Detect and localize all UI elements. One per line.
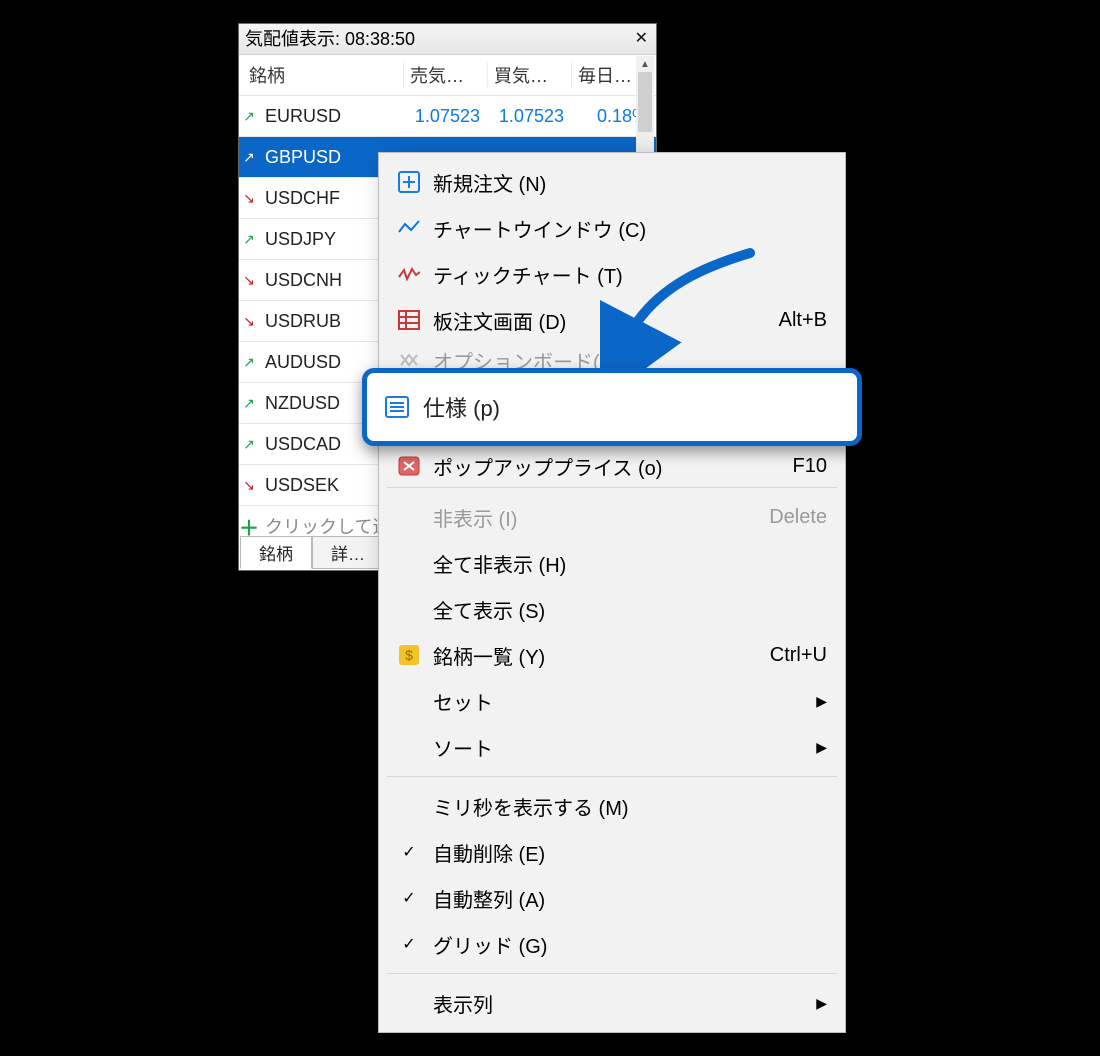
menu-sort[interactable]: ソート ▶ bbox=[379, 724, 845, 770]
menu-depth-of-market[interactable]: 板注文画面 (D) Alt+B bbox=[379, 297, 845, 343]
menu-show-all[interactable]: 全て表示 (S) bbox=[379, 586, 845, 632]
menu-hide[interactable]: 非表示 (I) Delete bbox=[379, 494, 845, 540]
arrow-up-icon: ↗ bbox=[239, 231, 259, 248]
scroll-up-icon[interactable]: ▲ bbox=[636, 56, 654, 72]
panel-tabs: 銘柄 詳… bbox=[240, 536, 384, 569]
menu-auto-arrange[interactable]: ✓ 自動整列 (A) bbox=[379, 875, 845, 921]
menu-hide-all[interactable]: 全て非表示 (H) bbox=[379, 540, 845, 586]
tick-chart-icon bbox=[393, 267, 425, 281]
arrow-up-icon: ↗ bbox=[239, 354, 259, 371]
depth-icon bbox=[393, 310, 425, 330]
specification-label: 仕様 (p) bbox=[413, 391, 500, 423]
ask-value: 1.07523 bbox=[488, 106, 572, 127]
close-icon[interactable]: ✕ bbox=[631, 24, 652, 54]
scroll-thumb[interactable] bbox=[638, 72, 652, 132]
menu-symbols-list[interactable]: $ 銘柄一覧 (Y) Ctrl+U bbox=[379, 632, 845, 678]
arrow-down-icon: ↘ bbox=[239, 313, 259, 330]
arrow-down-icon: ↘ bbox=[239, 272, 259, 289]
check-icon: ✓ bbox=[393, 842, 425, 862]
menu-chart-window[interactable]: チャートウインドウ (C) bbox=[379, 205, 845, 251]
menu-tick-chart[interactable]: ティックチャート (T) bbox=[379, 251, 845, 297]
arrow-up-icon: ↗ bbox=[239, 395, 259, 412]
check-icon: ✓ bbox=[393, 888, 425, 908]
popup-prices-icon bbox=[393, 456, 425, 476]
menu-new-order[interactable]: 新規注文 (N) bbox=[379, 159, 845, 205]
quote-row[interactable]: ↗EURUSD1.075231.075230.18% bbox=[239, 96, 656, 137]
specification-icon bbox=[381, 396, 413, 418]
accel-depth: Alt+B bbox=[779, 309, 827, 332]
check-icon: ✓ bbox=[393, 934, 425, 954]
menu-columns[interactable]: 表示列 ▶ bbox=[379, 980, 845, 1026]
title-text: 気配値表示: 08:38:50 bbox=[245, 24, 631, 54]
menu-specification-highlight[interactable]: 仕様 (p) bbox=[362, 368, 862, 446]
submenu-arrow-icon: ▶ bbox=[816, 693, 827, 710]
menu-separator bbox=[387, 776, 837, 777]
svg-text:$: $ bbox=[405, 647, 413, 663]
tab-symbols[interactable]: 銘柄 bbox=[240, 536, 312, 569]
arrow-up-icon: ↗ bbox=[239, 108, 259, 125]
bid-value: 1.07523 bbox=[404, 106, 488, 127]
menu-popup-prices[interactable]: ポップアッププライス (o) F10 bbox=[379, 451, 845, 481]
arrow-down-icon: ↘ bbox=[239, 190, 259, 207]
header-ask[interactable]: 買気… bbox=[488, 62, 572, 88]
chart-window-icon bbox=[393, 220, 425, 236]
symbol-label: EURUSD bbox=[261, 106, 404, 127]
title-bar[interactable]: 気配値表示: 08:38:50 ✕ bbox=[239, 24, 656, 55]
menu-auto-delete[interactable]: ✓ 自動削除 (E) bbox=[379, 829, 845, 875]
header-symbol[interactable]: 銘柄 bbox=[239, 62, 404, 88]
context-menu: 新規注文 (N) チャートウインドウ (C) ティックチャート (T) 板注文画… bbox=[378, 152, 846, 1033]
menu-separator bbox=[387, 973, 837, 974]
menu-show-ms[interactable]: ミリ秒を表示する (M) bbox=[379, 783, 845, 829]
arrow-up-icon: ↗ bbox=[239, 149, 259, 166]
arrow-up-icon: ↗ bbox=[239, 436, 259, 453]
menu-grid[interactable]: ✓ グリッド (G) bbox=[379, 921, 845, 967]
menu-set[interactable]: セット ▶ bbox=[379, 678, 845, 724]
arrow-down-icon: ↘ bbox=[239, 477, 259, 494]
submenu-arrow-icon: ▶ bbox=[816, 739, 827, 756]
grid-header[interactable]: 銘柄 売気… 買気… 毎日… bbox=[239, 55, 656, 96]
header-bid[interactable]: 売気… bbox=[404, 62, 488, 88]
dollar-icon: $ bbox=[393, 644, 425, 666]
menu-separator bbox=[387, 487, 837, 488]
submenu-arrow-icon: ▶ bbox=[816, 995, 827, 1012]
tab-details[interactable]: 詳… bbox=[312, 536, 384, 569]
option-board-icon bbox=[393, 352, 425, 368]
new-order-icon bbox=[393, 171, 425, 193]
